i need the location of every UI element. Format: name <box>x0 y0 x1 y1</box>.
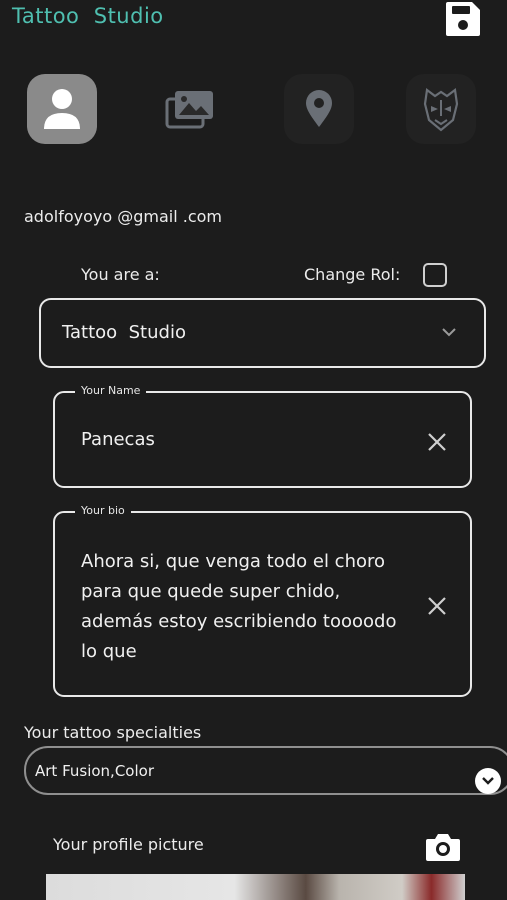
gallery-icon <box>165 91 213 129</box>
change-rol-checkbox[interactable] <box>423 263 447 287</box>
chevron-down-circle-icon[interactable] <box>475 768 501 794</box>
clear-icon[interactable] <box>426 595 448 617</box>
profile-picture-preview <box>46 874 465 900</box>
profile-icon <box>44 89 80 129</box>
chevron-down-icon <box>442 328 456 337</box>
save-icon[interactable] <box>444 0 482 38</box>
tab-location[interactable] <box>284 74 354 144</box>
app-title: Tattoo Studio <box>12 4 164 28</box>
specialties-select[interactable]: Art Fusion,Color <box>24 746 507 795</box>
tab-gallery[interactable] <box>155 74 225 144</box>
role-label: You are a: <box>81 265 160 284</box>
specialties-value: Art Fusion,Color <box>35 762 154 780</box>
role-select[interactable]: Tattoo Studio <box>39 298 486 368</box>
name-input[interactable]: Panecas <box>81 429 155 450</box>
clear-icon[interactable] <box>426 431 448 453</box>
tab-tattoo[interactable] <box>406 74 476 144</box>
specialties-label: Your tattoo specialties <box>24 723 202 742</box>
tab-profile[interactable] <box>27 74 97 144</box>
name-field-legend: Your Name <box>75 384 147 397</box>
location-icon <box>306 90 332 127</box>
tattoo-mask-icon <box>423 88 459 132</box>
change-rol-label: Change Rol: <box>304 265 401 284</box>
role-select-value: Tattoo Studio <box>62 322 186 343</box>
name-field[interactable]: Your Name Panecas <box>53 384 472 488</box>
profile-picture-label: Your profile picture <box>53 835 204 854</box>
bio-field-legend: Your bio <box>75 504 131 517</box>
bio-textarea[interactable]: Ahora si, que venga todo el choro para q… <box>81 547 401 667</box>
account-email: adolfoyoyo @gmail .com <box>24 207 222 226</box>
profile-tabs <box>0 74 507 148</box>
bio-field[interactable]: Your bio Ahora si, que venga todo el cho… <box>53 504 472 697</box>
camera-icon[interactable] <box>424 829 462 865</box>
